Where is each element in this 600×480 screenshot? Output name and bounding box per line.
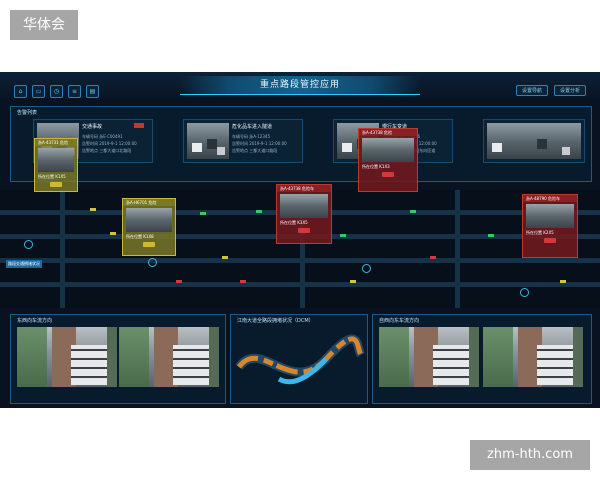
alert-line: 告警时间 2019-9-1 12:00:00 xyxy=(82,141,137,146)
analysis-settings-button[interactable]: 设置分析 xyxy=(553,85,586,96)
alert-line: 告警地点 三都大道口北路段 xyxy=(82,148,132,153)
alert-line: 告警地点 三都大道口路段 xyxy=(232,148,278,153)
vehicle-marker[interactable] xyxy=(560,280,566,283)
top-right-actions: 设置导航 设置分析 xyxy=(515,85,586,96)
alert-badge xyxy=(134,123,144,128)
camera-panel-right: 自西向东车流方向 xyxy=(372,314,592,404)
panel-title: 江南大道全路段拥堵状况（DCM） xyxy=(237,318,314,324)
vehicle-marker[interactable] xyxy=(430,256,436,259)
alert-title: 危化品车进入隧道 xyxy=(232,124,273,130)
vehicle-marker[interactable] xyxy=(176,280,182,283)
home-icon[interactable]: ⌂ xyxy=(14,85,27,98)
congestion-route-map[interactable] xyxy=(231,327,367,403)
vehicle-marker[interactable] xyxy=(240,280,246,283)
popup-photo xyxy=(126,208,172,232)
popup-text: 所在位置 K1X5 xyxy=(38,174,66,179)
map-label: 路段交通拥堵状况 xyxy=(6,260,42,268)
popup-handle-button[interactable] xyxy=(298,228,310,233)
vehicle-marker[interactable] xyxy=(256,210,262,213)
popup-text: 所在位置 K2X5 xyxy=(526,230,554,235)
camera-feed[interactable] xyxy=(119,327,219,387)
popup-handle-button[interactable] xyxy=(544,238,556,243)
monitor-icon[interactable]: ▭ xyxy=(32,85,45,98)
traffic-control-screen: 重点路段管控应用 ⌂ ▭ ◷ ≡ ▤ 设置导航 设置分析 告警列表 交通事故 车… xyxy=(0,72,600,408)
camera-feed[interactable] xyxy=(17,327,117,387)
clock-icon[interactable]: ◷ xyxy=(50,85,63,98)
list-icon[interactable]: ≡ xyxy=(68,85,81,98)
location-pin-icon[interactable] xyxy=(24,240,33,249)
vehicle-popup[interactable]: 浙A·H6701 危险 所在位置 K1X8 xyxy=(122,198,176,256)
popup-photo xyxy=(526,204,574,228)
vehicle-popup[interactable]: 浙A·43731 危险 所在位置 K1X5 xyxy=(34,138,78,192)
vehicle-marker[interactable] xyxy=(90,208,96,211)
chart-icon[interactable]: ▤ xyxy=(86,85,99,98)
camera-panel-left: 东西向车流方向 xyxy=(10,314,226,404)
popup-handle-button[interactable] xyxy=(50,182,62,187)
popup-text: 所在位置 K3X5 xyxy=(280,220,308,225)
vehicle-popup[interactable]: 浙A·43738 危险车 所在位置 K3X5 xyxy=(276,184,332,244)
popup-text: 所在位置 K1X3 xyxy=(362,164,390,169)
vehicle-marker[interactable] xyxy=(488,234,494,237)
location-pin-icon[interactable] xyxy=(148,258,157,267)
watermark-top-left: 华体会 xyxy=(10,10,78,40)
alerts-panel-title: 告警列表 xyxy=(17,110,38,116)
vehicle-marker[interactable] xyxy=(222,256,228,259)
vehicle-marker[interactable] xyxy=(410,210,416,213)
nav-settings-button[interactable]: 设置导航 xyxy=(515,85,548,96)
popup-head: 浙A·43738 危险 xyxy=(359,129,417,136)
congestion-panel: 江南大道全路段拥堵状况（DCM） xyxy=(230,314,368,404)
vehicle-popup[interactable]: 浙A·43738 危险 所在位置 K1X3 xyxy=(358,128,418,192)
road xyxy=(60,190,65,308)
popup-head: 浙A·H6701 危险 xyxy=(123,199,175,206)
app-title: 重点路段管控应用 xyxy=(259,80,340,90)
location-pin-icon[interactable] xyxy=(520,288,529,297)
popup-head: 浙A·48790 危险车 xyxy=(523,195,577,202)
popup-text: 所在位置 K1X8 xyxy=(126,234,154,239)
vehicle-marker[interactable] xyxy=(340,234,346,237)
vehicle-marker[interactable] xyxy=(200,212,206,215)
watermark-bottom-right: zhm-hth.com xyxy=(470,440,590,470)
popup-photo xyxy=(38,148,74,172)
popup-head: 浙A·43738 危险车 xyxy=(277,185,331,192)
road xyxy=(455,190,460,308)
vehicle-marker[interactable] xyxy=(350,280,356,283)
alert-photo xyxy=(487,123,581,159)
popup-handle-button[interactable] xyxy=(143,242,155,247)
alerts-panel: 告警列表 交通事故 车辆号码 浙E·C00491 告警时间 2019-9-1 1… xyxy=(10,106,592,182)
alert-card[interactable]: 危化品车进入隧道 车辆号码 浙A·12345 告警时间 2019-9-1 12:… xyxy=(183,119,303,163)
panel-title: 东西向车流方向 xyxy=(17,318,53,324)
traffic-map[interactable]: 浙A·43731 危险 所在位置 K1X5 浙A·H6701 危险 所在位置 K… xyxy=(0,128,600,308)
alert-photo xyxy=(187,123,229,159)
alert-line: 车辆号码 浙E·C00491 xyxy=(82,134,123,139)
panel-title: 自西向东车流方向 xyxy=(379,318,420,324)
location-pin-icon[interactable] xyxy=(362,264,371,273)
popup-head: 浙A·43731 危险 xyxy=(35,139,77,146)
vehicle-marker[interactable] xyxy=(110,232,116,235)
alert-card[interactable] xyxy=(483,119,585,163)
popup-photo xyxy=(280,194,328,218)
toolbar-icons: ⌂ ▭ ◷ ≡ ▤ xyxy=(14,85,99,98)
camera-feed[interactable] xyxy=(483,327,583,387)
alert-line: 车辆号码 浙A·12345 xyxy=(232,134,271,139)
camera-feed[interactable] xyxy=(379,327,479,387)
alert-line: 告警时间 2019-9-1 12:00:00 xyxy=(232,141,287,146)
popup-photo xyxy=(362,138,414,162)
popup-handle-button[interactable] xyxy=(382,172,394,177)
vehicle-popup[interactable]: 浙A·48790 危险车 所在位置 K2X5 xyxy=(522,194,578,258)
